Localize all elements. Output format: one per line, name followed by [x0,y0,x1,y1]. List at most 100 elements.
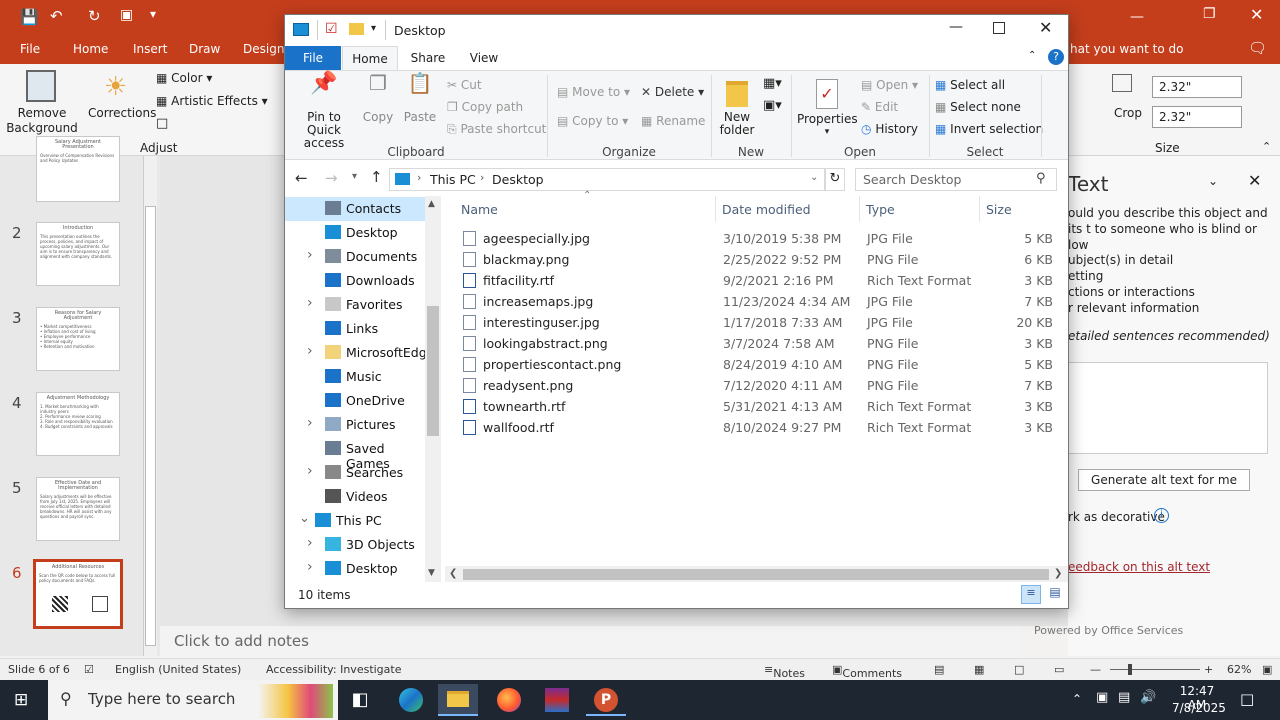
slide-thumbnail[interactable]: Effective Date and Implementation Salary … [36,477,120,541]
color-button[interactable]: ▦ Color ▾ [156,71,212,85]
column-date-modified[interactable]: Date modified [722,202,811,217]
alt-text-input[interactable] [1068,362,1268,454]
notes-button[interactable]: ≡ Notes [764,663,805,680]
slideshow-icon[interactable]: ▭ [1054,663,1064,676]
details-view-icon[interactable]: ≡ [1021,585,1041,604]
invert-selection-button[interactable]: ▦ Invert selection [935,122,1043,136]
slide-thumbnail[interactable]: Salary Adjustment Presentation Overview o… [36,136,120,202]
forward-icon[interactable]: → [325,169,338,187]
pane-options-icon[interactable]: ⌄ [1208,174,1218,188]
scroll-right-icon[interactable]: ❯ [1054,568,1062,579]
tab-file[interactable]: File [285,46,341,70]
nav-item[interactable]: › Favorites [285,293,425,317]
large-icons-view-icon[interactable]: ▤ [1045,585,1065,604]
normal-view-icon[interactable]: ▤ [934,663,944,676]
width-field[interactable]: 2.32" [1152,106,1242,128]
mark-decorative-checkbox[interactable]: rk as decorative [1068,510,1165,524]
address-bar[interactable]: › This PC › Desktop ⌄ [389,168,825,191]
edit-button[interactable]: ✎ Edit [861,100,898,114]
notes-pane[interactable]: Click to add notes [160,626,1020,658]
nav-item[interactable]: Desktop [285,221,425,245]
edge-icon[interactable] [391,684,431,716]
column-type[interactable]: Type [866,202,895,217]
delete-button[interactable]: ✕ Delete ▾ [641,85,704,99]
horizontal-scrollbar[interactable]: ❮ ❯ [445,566,1068,583]
present-icon[interactable]: ▣ [120,7,133,23]
wifi-icon[interactable]: ▤ [1118,690,1130,705]
file-row[interactable]: lookingabstract.png 3/7/2024 7:58 AM PNG F… [445,333,1065,354]
notifications-icon[interactable]: □ [1240,690,1254,708]
firefox-icon[interactable] [489,684,529,716]
paste-shortcut-button[interactable]: ⎘ Paste shortcut [447,122,546,137]
move-to-button[interactable]: ▤ Move to ▾ [557,85,630,99]
open-button[interactable]: ▤ Open ▾ [861,78,918,92]
collapse-ribbon-icon[interactable]: ⌃ [1262,140,1271,153]
fit-slide-icon[interactable]: ▣ [1262,663,1272,676]
file-row[interactable]: townearth.rtf 5/31/2021 4:13 AM Rich Text … [445,396,1065,417]
nav-item[interactable]: Downloads [285,269,425,293]
nav-item[interactable]: Music [285,365,425,389]
minimize-ribbon-icon[interactable]: ⌃ [1028,50,1036,61]
select-none-button[interactable]: ▦ Select none [935,100,1021,114]
file-row[interactable]: ageespecially.jpg 3/10/2019 5:38 PM JPG Fi… [445,228,1065,249]
nav-item[interactable]: Videos [285,485,425,509]
save-icon[interactable]: 💾 [20,8,39,26]
tab-file[interactable]: File [20,42,40,56]
info-icon[interactable]: i [1154,508,1169,523]
select-all-button[interactable]: ▦ Select all [935,78,1005,92]
customize-qat-icon[interactable]: ▾ [150,7,156,21]
thumbnails-scrollbar[interactable] [143,156,157,656]
nav-item[interactable]: ⌄ This PC [285,509,425,533]
paste-button[interactable]: 📋 Paste [403,73,437,124]
recent-locations-icon[interactable]: ▾ [352,171,357,182]
back-icon[interactable]: ← [295,169,308,187]
minimize-window-icon[interactable]: — [949,19,963,35]
file-row[interactable]: interestinguser.jpg 1/17/2018 7:33 AM JPG … [445,312,1065,333]
slide-sorter-icon[interactable]: ▦ [974,663,984,676]
tab-home[interactable]: Home [342,46,398,71]
spelling-icon[interactable]: ☑ [84,663,94,676]
file-row[interactable]: fitfacility.rtf 9/2/2021 2:16 PM Rich Text… [445,270,1065,291]
nav-item[interactable]: Contacts [285,197,425,221]
corrections-button[interactable]: Corrections [88,106,156,120]
new-folder-qat-icon[interactable] [349,23,364,35]
artistic-effects-button[interactable]: ▦ Artistic Effects ▾ [156,94,268,108]
tab-insert[interactable]: Insert [133,42,167,56]
scroll-up-icon[interactable]: ▲ [428,199,435,209]
volume-icon[interactable]: 🔊 [1140,690,1156,705]
crop-button[interactable]: Crop [1114,106,1142,120]
start-icon[interactable]: ⊞ [14,691,32,709]
slide-thumbnail[interactable]: Reasons for Salary Adjustment • Market co… [36,307,120,371]
maximize-window-icon[interactable] [993,22,1005,34]
column-divider[interactable] [979,196,980,222]
nav-item[interactable]: Links [285,317,425,341]
customize-qat-chevron-icon[interactable]: ▾ [371,23,376,34]
minimize-icon[interactable]: — [1130,9,1144,25]
file-row[interactable]: wallfood.rtf 8/10/2024 9:27 PM Rich Text F… [445,417,1065,438]
new-folder-button[interactable]: New folder [717,77,757,137]
accessibility-status[interactable]: Accessibility: Investigate [266,663,402,676]
file-row[interactable]: blackmay.png 2/25/2022 9:52 PM PNG File 6 K… [445,249,1065,270]
height-field[interactable]: 2.32" [1152,76,1242,98]
zoom-out-icon[interactable]: — [1090,663,1101,676]
close-pane-icon[interactable]: ✕ [1248,171,1261,190]
show-hidden-icons[interactable]: ⌃ [1072,692,1082,706]
column-name[interactable]: Name [461,202,498,217]
comments-button[interactable]: ▣ Comments [832,663,902,680]
scroll-left-icon[interactable]: ❮ [449,568,457,579]
cut-button[interactable]: ✂ Cut [447,78,482,92]
comments-icon[interactable]: 🗨 [1248,39,1267,57]
new-item-icon[interactable]: ▦▾ [763,76,782,91]
search-box[interactable]: Search Desktop ⚲ [855,168,1057,191]
history-button[interactable]: ◷ History [861,122,918,136]
tab-view[interactable]: View [459,46,509,70]
address-dropdown-icon[interactable]: ⌄ [810,172,818,183]
expand-chevron-icon[interactable]: › [307,559,313,575]
properties-qat-icon[interactable]: ☑ [325,21,338,37]
expand-chevron-icon[interactable]: › [307,415,313,431]
undo-icon[interactable]: ↶ [50,7,63,25]
close-window-icon[interactable]: ✕ [1039,18,1052,37]
breadcrumb-this-pc[interactable]: This PC [430,172,476,187]
slide-thumbnail[interactable]: Adjustment Methodology 1. Market benchmar… [36,392,120,456]
slide-thumbnail[interactable]: Additional Resources Scan the QR code bel… [33,559,123,629]
